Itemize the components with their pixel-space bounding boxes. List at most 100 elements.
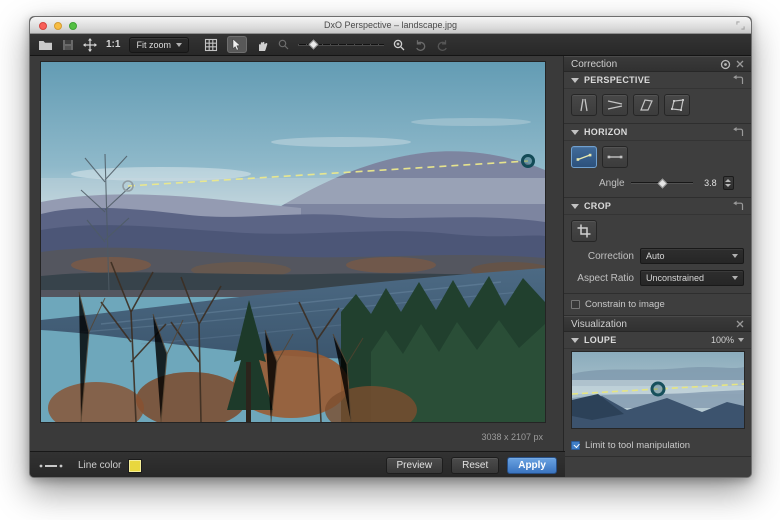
angle-slider[interactable] [631,179,693,188]
perspective-section-header[interactable]: PERSPECTIVE [564,72,751,89]
perspective-section [564,89,751,124]
disclosure-triangle-icon[interactable] [571,338,579,343]
zoom-in-icon[interactable] [393,36,405,54]
horizon-line-icon [606,151,624,163]
visualization-palette-title: Visualization [571,319,731,330]
crop-correction-label: Correction [571,251,634,262]
crop-icon [576,223,592,239]
disclosure-triangle-icon[interactable] [571,78,579,83]
crop-correction-value: Auto [646,251,728,261]
loupe-title: LOUPE [584,335,706,345]
close-icon[interactable] [736,60,744,68]
loupe-preview [571,351,745,429]
title-bar[interactable]: DxO Perspective – landscape.jpg [30,17,751,34]
constrain-to-image-label: Constrain to image [585,299,665,310]
visualization-palette-header[interactable]: Visualization [564,316,751,332]
hand-tool-icon[interactable] [256,36,269,54]
angle-value: 3.8 [699,178,717,188]
open-folder-icon[interactable] [38,36,53,54]
chevron-down-icon [176,43,182,47]
constrain-to-image-checkbox[interactable] [571,300,580,309]
reset-icon[interactable] [732,127,744,137]
limit-to-tool-row[interactable]: Limit to tool manipulation [564,435,751,457]
redo-icon[interactable] [436,36,449,54]
cursor-tool-button[interactable] [227,36,247,53]
force-rectangle-button[interactable] [633,94,659,116]
reset-icon[interactable] [732,75,744,85]
horizon-level-icon [575,151,593,163]
reset-icon[interactable] [732,201,744,211]
angle-label: Angle [599,178,625,189]
zoom-slider-thumb[interactable] [309,39,319,49]
zoom-slider[interactable] [298,40,384,50]
reset-button[interactable]: Reset [451,457,499,474]
window-title: DxO Perspective – landscape.jpg [30,20,751,30]
main-toolbar: 1:1 Fit zoom [30,34,751,56]
zoom-mode-dropdown[interactable]: Fit zoom [129,37,189,53]
horizon-section-header[interactable]: HORIZON [564,124,751,141]
loupe-section-header[interactable]: LOUPE 100% [564,332,751,349]
correction-palette-header[interactable]: Correction [564,56,751,72]
app-window: DxO Perspective – landscape.jpg 1:1 Fit … [29,16,752,478]
loupe-horizon-handle [652,383,664,395]
undo-icon[interactable] [414,36,427,54]
grid-icon[interactable] [204,36,218,54]
chevron-down-icon [732,254,738,258]
line-color-swatch[interactable] [129,460,141,472]
correction-panel: Correction PERSPECTIVE [563,56,751,478]
perspective-title: PERSPECTIVE [584,75,727,85]
loupe-zoom-value: 100% [711,335,734,345]
fullscreen-icon[interactable] [736,21,745,30]
line-style-icon[interactable] [38,461,64,471]
chevron-down-icon [732,276,738,280]
angle-slider-thumb[interactable] [658,178,668,188]
close-icon[interactable] [736,320,744,328]
crop-section-header[interactable]: CROP [564,198,751,215]
target-icon[interactable] [720,59,731,70]
zoom-mode-label: Fit zoom [136,40,171,50]
tool-options-bar: Line color Preview Reset Apply [30,451,565,478]
horizon-title: HORIZON [584,127,727,137]
horizon-level-tool-button[interactable] [571,146,597,168]
force-parallel-horizontal-button[interactable] [602,94,628,116]
photo[interactable] [40,61,546,423]
stepper-up-icon[interactable] [725,179,731,182]
crop-correction-dropdown[interactable]: Auto [640,248,744,264]
skew-icon [637,98,655,112]
horizon-section: Angle 3.8 [564,141,751,198]
horizon-line-tool-button[interactable] [602,146,628,168]
horizon-handle-right [523,156,534,167]
free-transform-button[interactable] [664,94,690,116]
move-tool-icon[interactable] [83,36,97,54]
image-size-label: 3038 x 2107 px [481,432,543,442]
crop-title: CROP [584,201,727,211]
angle-stepper[interactable] [723,176,734,190]
crop-tool-button[interactable] [571,220,597,242]
correction-palette-title: Correction [571,59,715,70]
limit-to-tool-label: Limit to tool manipulation [585,440,690,451]
disclosure-triangle-icon[interactable] [571,204,579,209]
aspect-ratio-value: Unconstrained [646,273,728,283]
horizon-handle-left [123,181,133,191]
aspect-ratio-label: Aspect Ratio [571,273,634,284]
loupe-zoom-dropdown[interactable]: 100% [711,335,744,345]
keystone-vertical-icon [575,98,593,112]
apply-button[interactable]: Apply [507,457,557,474]
free-quad-icon [668,98,686,112]
zoom-out-icon[interactable] [278,36,289,54]
constrain-to-image-row[interactable]: Constrain to image [564,294,751,316]
keystone-horizontal-icon [606,98,624,112]
crop-section: Correction Auto Aspect Ratio Unconstrain… [564,215,751,294]
chevron-down-icon [738,338,744,342]
image-canvas[interactable]: 3038 x 2107 px Line color Preview Reset … [30,56,563,478]
force-parallel-vertical-button[interactable] [571,94,597,116]
preview-button[interactable]: Preview [386,457,444,474]
stepper-down-icon[interactable] [725,184,731,187]
aspect-ratio-dropdown[interactable]: Unconstrained [640,270,744,286]
save-icon[interactable] [62,36,74,54]
disclosure-triangle-icon[interactable] [571,130,579,135]
line-color-label: Line color [78,460,121,471]
actual-size-button[interactable]: 1:1 [106,39,120,50]
limit-to-tool-checkbox[interactable] [571,441,580,450]
cursor-icon [231,38,242,51]
